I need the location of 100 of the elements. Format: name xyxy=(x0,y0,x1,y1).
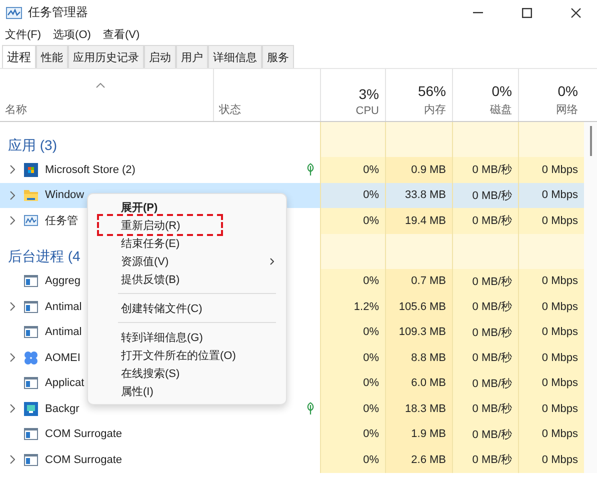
context-menu-item[interactable]: 在线搜索(S) xyxy=(88,364,286,382)
table-cell: 0 MB/秒 xyxy=(452,268,518,294)
table-cell: 0% xyxy=(320,157,385,182)
column-header[interactable]: 网络 xyxy=(556,102,578,117)
table-cell: 0% xyxy=(320,208,385,234)
context-menu-item[interactable]: 资源值(V) xyxy=(88,252,286,270)
table-cell: 0.7 MB xyxy=(385,268,452,294)
process-name: Window xyxy=(45,189,84,202)
table-cell: 0 MB/秒 xyxy=(452,320,518,345)
table-cell: 0 Mbps xyxy=(518,294,584,320)
table-cell: 0 MB/秒 xyxy=(452,157,518,182)
column-percent: 3% xyxy=(358,86,379,102)
chevron-icon[interactable] xyxy=(10,353,14,362)
table-cell: 0 MB/秒 xyxy=(452,370,518,396)
table-cell: 0 MB/秒 xyxy=(452,208,518,234)
tab[interactable]: 用户 xyxy=(176,45,208,68)
clover-icon xyxy=(24,350,38,365)
table-cell: 0 Mbps xyxy=(518,268,584,294)
context-menu-item[interactable]: 结束任务(E) xyxy=(88,234,286,252)
tab[interactable]: 应用历史记录 xyxy=(68,45,144,68)
table-cell: 0 Mbps xyxy=(518,396,584,422)
window-icon xyxy=(24,428,38,440)
chevron-icon[interactable] xyxy=(10,404,14,414)
process-name: Antimal xyxy=(45,300,82,313)
process-name: Applicat xyxy=(45,377,84,390)
column-percent: 0% xyxy=(492,83,512,99)
process-name: Backgr xyxy=(45,402,80,415)
maximize-icon[interactable] xyxy=(522,8,532,18)
context-menu-item[interactable]: 展开(P) xyxy=(88,198,286,216)
window-icon xyxy=(24,377,38,390)
process-name: COM Surrogate xyxy=(45,428,122,440)
store-icon xyxy=(24,162,38,177)
context-menu-item[interactable]: 重新启动(R) xyxy=(97,214,223,236)
table-cell: 2.6 MB xyxy=(385,447,452,472)
chevron-icon[interactable] xyxy=(10,455,14,464)
table-cell: 0.9 MB xyxy=(385,157,452,182)
chevron-icon[interactable] xyxy=(10,302,14,312)
process-name: Antimal xyxy=(45,326,82,338)
close-icon[interactable] xyxy=(571,8,581,18)
menu-item[interactable]: 选项(O) xyxy=(53,26,91,42)
table-cell: 0 Mbps xyxy=(518,345,584,370)
tab[interactable]: 详细信息 xyxy=(208,45,262,68)
column-header[interactable]: 名称 xyxy=(5,102,27,117)
table-cell: 0% xyxy=(320,447,385,472)
group-heading: 后台进程 (4 xyxy=(7,248,80,266)
column-percent: 0% xyxy=(558,83,578,99)
process-name: Aggreg xyxy=(45,275,80,288)
context-menu-item[interactable]: 属性(I) xyxy=(88,382,286,400)
table-cell: 0 Mbps xyxy=(518,157,584,182)
chevron-icon[interactable] xyxy=(10,216,14,226)
process-name: 任务管 xyxy=(45,214,78,228)
tab[interactable]: 服务 xyxy=(262,45,294,68)
process-name: COM Surrogate xyxy=(45,454,122,466)
window-icon xyxy=(24,454,38,466)
table-cell: 18.3 MB xyxy=(385,396,452,422)
tab[interactable]: 性能 xyxy=(36,45,68,68)
table-cell: 105.6 MB xyxy=(385,294,452,320)
table-cell: 0% xyxy=(320,345,385,370)
context-menu-item[interactable]: 打开文件所在的位置(O) xyxy=(88,346,286,364)
table-cell: 6.0 MB xyxy=(385,370,452,396)
table-cell: 0 Mbps xyxy=(518,320,584,345)
table-cell: 1.2% xyxy=(320,294,385,320)
table-cell: 33.8 MB xyxy=(385,182,452,208)
context-menu-item[interactable]: 提供反馈(B) xyxy=(88,270,286,288)
chevron-icon[interactable] xyxy=(10,190,14,200)
menu-item[interactable]: 文件(F) xyxy=(5,26,42,42)
table-cell: 0% xyxy=(320,320,385,345)
table-cell: 0 MB/秒 xyxy=(452,294,518,320)
table-cell: 0% xyxy=(320,182,385,208)
table-cell: 0 Mbps xyxy=(518,182,584,208)
context-menu-item[interactable]: 转到详细信息(G) xyxy=(88,328,286,346)
table-cell: 0 Mbps xyxy=(518,447,584,472)
table-cell: 0 MB/秒 xyxy=(452,182,518,208)
chart-icon xyxy=(24,215,38,226)
table-cell: 0% xyxy=(320,422,385,447)
tab[interactable]: 进程 xyxy=(2,45,36,68)
context-menu-item[interactable]: 创建转储文件(C) xyxy=(88,299,286,317)
chevron-icon[interactable] xyxy=(10,165,14,174)
table-cell: 0 Mbps xyxy=(518,422,584,447)
table-cell: 0 MB/秒 xyxy=(452,447,518,472)
column-header[interactable]: 磁盘 xyxy=(490,102,512,117)
minimize-icon[interactable] xyxy=(473,12,483,14)
column-header[interactable]: 状态 xyxy=(219,102,241,117)
table-cell: 109.3 MB xyxy=(385,320,452,345)
window-icon xyxy=(24,300,38,313)
table-cell: 0 MB/秒 xyxy=(452,345,518,370)
table-cell: 0 Mbps xyxy=(518,208,584,234)
window-icon xyxy=(24,275,38,288)
sort-caret-icon[interactable] xyxy=(96,83,105,88)
tab[interactable]: 启动 xyxy=(144,45,176,68)
column-header[interactable]: 内存 xyxy=(424,102,446,117)
process-name: AOMEI xyxy=(45,352,80,364)
column-percent: 56% xyxy=(418,83,446,99)
process-name: Microsoft Store (2) xyxy=(45,164,136,176)
column-header[interactable]: CPU xyxy=(356,105,379,117)
folder-icon xyxy=(24,189,38,202)
window-title: 任务管理器 xyxy=(28,4,88,21)
menu-item[interactable]: 查看(V) xyxy=(102,26,140,42)
app-icon xyxy=(6,6,22,18)
table-cell: 0% xyxy=(320,370,385,396)
